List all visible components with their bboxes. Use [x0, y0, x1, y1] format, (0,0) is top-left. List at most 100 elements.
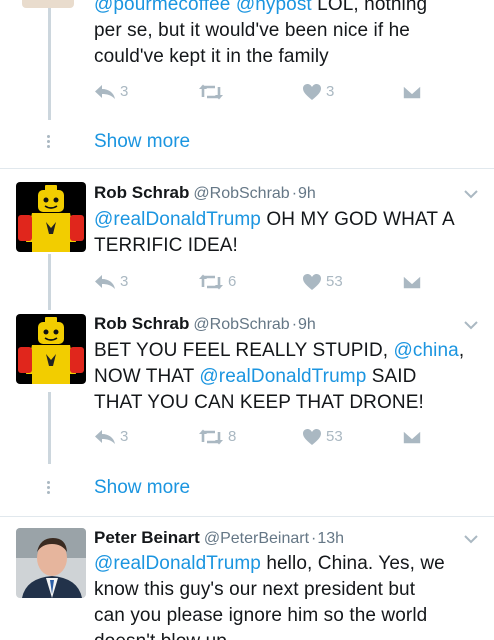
tweet-actions: 3 6 53: [94, 270, 434, 294]
tweet-header: Rob Schrab @RobSchrab ·9h: [94, 312, 316, 336]
username[interactable]: @RobSchrab: [193, 185, 289, 202]
tweet-text: @pourmecoffee @nypost LOL, nothing per se…: [94, 0, 486, 70]
tweet-header: Peter Beinart @PeterBeinart ·13h: [94, 526, 344, 550]
tweet-text-line: TERRIFIC IDEA!: [94, 233, 486, 259]
avatar[interactable]: [22, 0, 74, 8]
tweet-text-segment: could've kept it in the family: [94, 46, 329, 67]
more-dots-icon: [47, 135, 51, 149]
tweet-text-segment: per se, but it would've been nice if he: [94, 20, 410, 41]
tweet-text-line: per se, but it would've been nice if he: [94, 18, 486, 44]
show-more-link[interactable]: Show more: [94, 475, 190, 501]
timestamp[interactable]: 9h: [298, 316, 316, 333]
username[interactable]: @RobSchrab: [193, 316, 289, 333]
mention-link[interactable]: @china: [394, 340, 459, 361]
tweet-text-line: can you please ignore him so the world: [94, 603, 486, 629]
display-name[interactable]: Rob Schrab: [94, 183, 189, 202]
reply-count: 3: [120, 273, 129, 290]
retweet-button[interactable]: 6: [198, 270, 236, 294]
tweet-actions: 3 3: [94, 80, 434, 104]
retweet-icon: [198, 273, 224, 291]
tweet-text-segment: doesn't blow up: [94, 631, 227, 640]
tweet-text-segment: hello, China. Yes, we: [260, 553, 445, 574]
reply-button[interactable]: 3: [94, 270, 128, 294]
like-count: 53: [326, 273, 343, 290]
separator: ·: [311, 530, 317, 547]
direct-message-button[interactable]: [402, 270, 422, 294]
retweet-button[interactable]: 8: [198, 425, 236, 449]
reply-icon: [94, 429, 116, 445]
reply-count: 3: [120, 83, 129, 100]
tweet-text-segment: BET YOU FEEL REALLY STUPID,: [94, 340, 394, 361]
username[interactable]: @PeterBeinart: [204, 530, 309, 547]
retweet-count: 8: [228, 428, 237, 445]
avatar[interactable]: [16, 182, 86, 252]
separator: ·: [291, 185, 298, 202]
timestamp[interactable]: 13h: [317, 530, 344, 547]
tweet-text-segment: TERRIFIC IDEA!: [94, 235, 238, 256]
tweet-text-segment: ,: [458, 340, 465, 361]
tweet-text-line: know this guy's our next president but: [94, 577, 486, 603]
chevron-down-icon[interactable]: [464, 534, 478, 544]
timestamp[interactable]: 9h: [298, 185, 316, 202]
direct-message-icon: [402, 83, 422, 101]
like-button[interactable]: 53: [302, 270, 343, 294]
more-dots-icon: [47, 481, 51, 495]
mention-link[interactable]: @realDonaldTrump: [94, 209, 261, 230]
divider: [0, 516, 494, 517]
direct-message-button[interactable]: [402, 80, 422, 104]
tweet-text: BET YOU FEEL REALLY STUPID, @china, NOW T…: [94, 338, 486, 416]
tweet-text-line: @realDonaldTrump hello, China. Yes, we: [94, 551, 486, 577]
direct-message-icon: [402, 428, 422, 446]
retweet-button[interactable]: [198, 80, 228, 104]
tweet-text-segment: NOW THAT: [94, 366, 200, 387]
direct-message-icon: [402, 273, 422, 291]
mention-link[interactable]: @realDonaldTrump: [199, 366, 366, 387]
retweet-count: 6: [228, 273, 237, 290]
like-button[interactable]: 53: [302, 425, 343, 449]
tweet-text-line: doesn't blow up: [94, 629, 486, 640]
like-count: 53: [326, 428, 343, 445]
divider: [0, 168, 494, 169]
separator: ·: [291, 316, 298, 333]
reply-count: 3: [120, 428, 129, 445]
like-icon: [302, 273, 322, 291]
reply-icon: [94, 84, 116, 100]
tweet-header: Rob Schrab @RobSchrab ·9h: [94, 181, 316, 205]
avatar[interactable]: [16, 528, 86, 598]
avatar[interactable]: [16, 314, 86, 384]
reply-button[interactable]: 3: [94, 425, 128, 449]
tweet-text: @realDonaldTrump OH MY GOD WHAT A TERRIFI…: [94, 207, 486, 259]
mention-link[interactable]: @nypost: [236, 0, 312, 15]
chevron-down-icon[interactable]: [464, 320, 478, 330]
tweet-text-segment: THAT YOU CAN KEEP THAT DRONE!: [94, 392, 424, 413]
like-icon: [302, 83, 322, 101]
direct-message-button[interactable]: [402, 425, 422, 449]
tweet-actions: 3 8 53: [94, 425, 434, 449]
like-button[interactable]: 3: [302, 80, 334, 104]
tweet-text-line: THAT YOU CAN KEEP THAT DRONE!: [94, 390, 486, 416]
tweet-text-line: NOW THAT @realDonaldTrump SAID: [94, 364, 486, 390]
chevron-down-icon[interactable]: [464, 189, 478, 199]
retweet-icon: [198, 83, 224, 101]
reply-icon: [94, 274, 116, 290]
thread-line: [48, 254, 51, 310]
tweet-text-segment: OH MY GOD WHAT A: [260, 209, 455, 230]
tweet-text-segment: LOL, nothing: [311, 0, 428, 15]
show-more-link[interactable]: Show more: [94, 129, 190, 155]
tweet-text-segment: can you please ignore him so the world: [94, 605, 428, 626]
tweet-text-line: BET YOU FEEL REALLY STUPID, @china,: [94, 338, 486, 364]
mention-link[interactable]: @pourmecoffee: [94, 0, 230, 15]
tweet-text-line: @pourmecoffee @nypost LOL, nothing: [94, 0, 486, 18]
tweet-text: @realDonaldTrump hello, China. Yes, we kn…: [94, 551, 486, 640]
thread-line: [48, 392, 51, 464]
tweet-text-segment: SAID: [366, 366, 417, 387]
display-name[interactable]: Peter Beinart: [94, 528, 200, 547]
retweet-icon: [198, 428, 224, 446]
reply-button[interactable]: 3: [94, 80, 128, 104]
mention-link[interactable]: @realDonaldTrump: [94, 553, 261, 574]
thread-line: [48, 0, 51, 120]
display-name[interactable]: Rob Schrab: [94, 314, 189, 333]
tweet-text-line: @realDonaldTrump OH MY GOD WHAT A: [94, 207, 486, 233]
like-count: 3: [326, 83, 335, 100]
tweet-text-segment: know this guy's our next president but: [94, 579, 416, 600]
